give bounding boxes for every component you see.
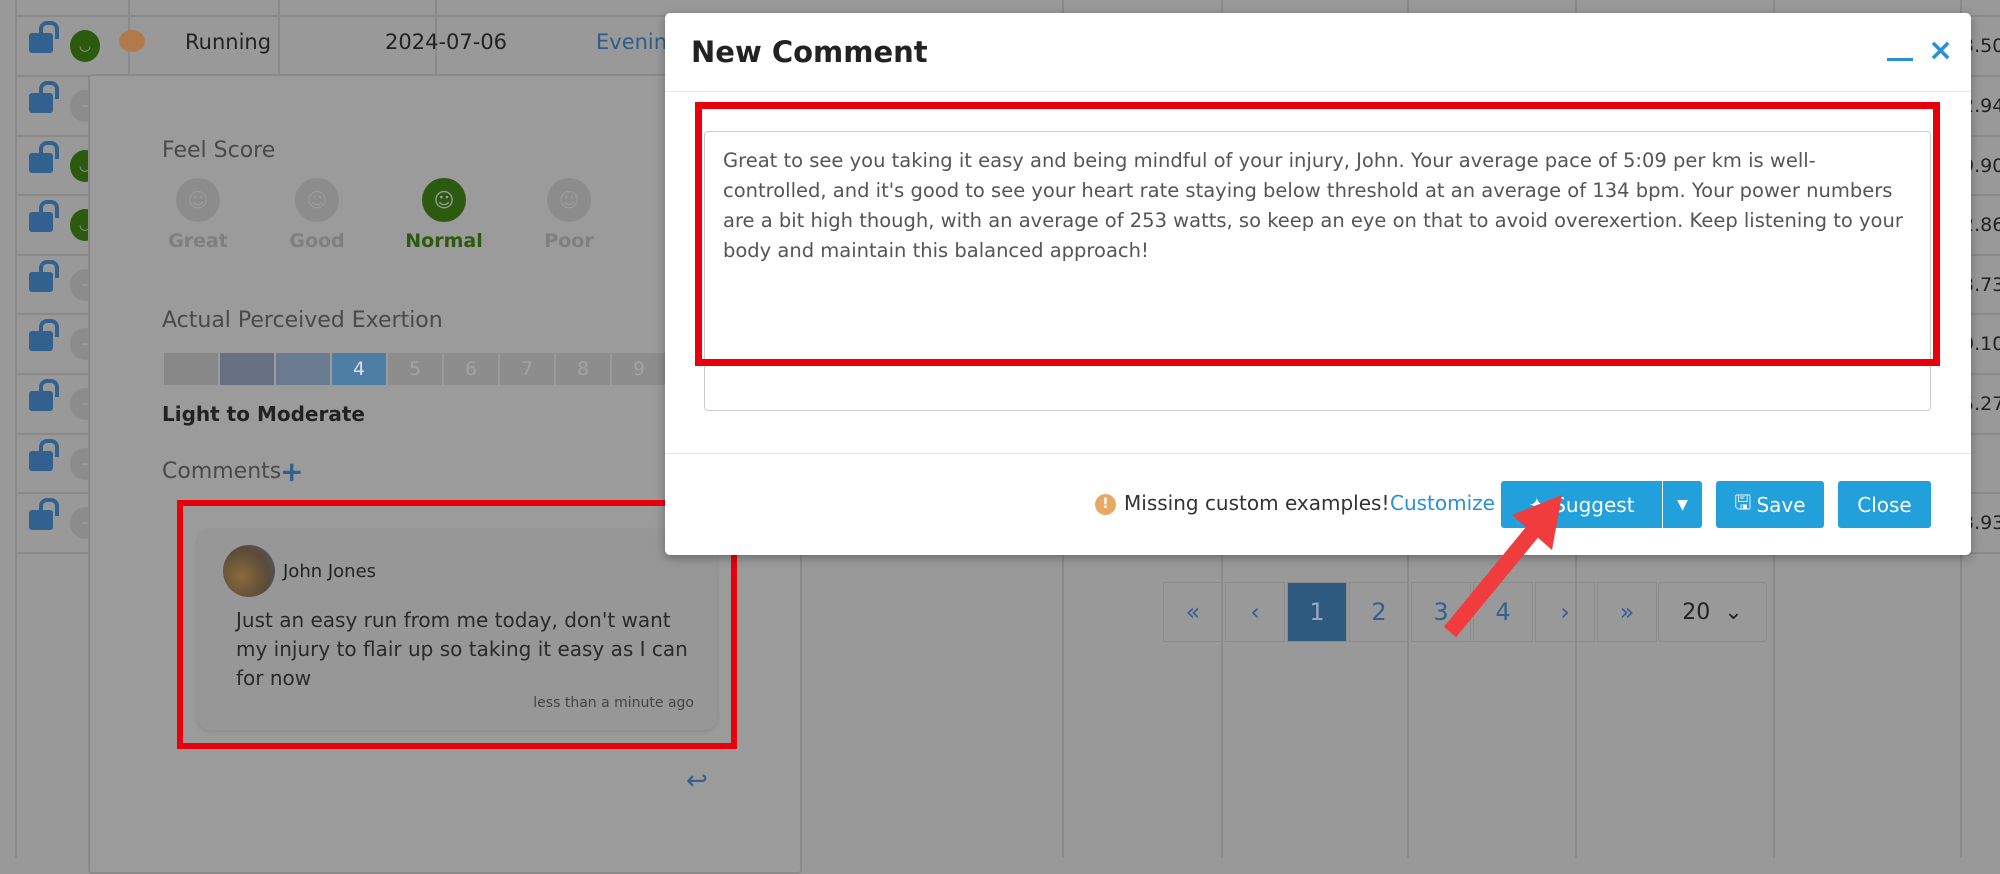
feel-option-label[interactable]: Good — [267, 230, 367, 252]
close-icon[interactable]: × — [1928, 33, 1953, 68]
unlock-icon[interactable] — [29, 200, 59, 232]
warning-icon: ! — [1095, 494, 1116, 515]
save-button[interactable]: 🖫 Save — [1716, 481, 1824, 528]
arrow-shaft — [1443, 519, 1545, 638]
ape-cell-7[interactable]: 7 — [500, 353, 554, 385]
ape-label: Actual Perceived Exertion — [162, 308, 443, 333]
activity-date: 2024-07-06 — [385, 30, 508, 54]
ape-cell-6[interactable]: 6 — [444, 353, 498, 385]
pagination-page-2[interactable]: 2 — [1349, 582, 1409, 642]
caret-down-icon: ▼ — [1677, 496, 1688, 513]
annotation-box-textarea — [695, 102, 1940, 366]
ape-cell-2[interactable] — [220, 353, 274, 385]
warning-text: Missing custom examples! — [1124, 491, 1390, 515]
pagination-first[interactable]: « — [1163, 582, 1223, 642]
ape-cell-9[interactable]: 9 — [612, 353, 666, 385]
feel-option-great-icon[interactable]: ☺ — [176, 178, 220, 222]
pagination-page-1[interactable]: 1 — [1287, 582, 1347, 642]
unlock-icon[interactable] — [29, 21, 59, 53]
close-button[interactable]: Close — [1838, 481, 1931, 528]
suggest-dropdown-toggle[interactable]: ▼ — [1663, 481, 1702, 528]
unlock-icon[interactable] — [29, 141, 59, 173]
unlock-icon[interactable] — [29, 260, 59, 292]
page-size-value: 20 — [1682, 599, 1711, 625]
feel-option-normal-icon[interactable]: ☺ — [422, 178, 466, 222]
modal-title: New Comment — [691, 35, 928, 69]
activity-type: Running — [185, 30, 272, 54]
comments-label: Comments — [162, 459, 282, 484]
unlock-icon[interactable] — [29, 379, 59, 411]
chevron-down-icon: ⌄ — [1724, 599, 1743, 625]
new-comment-modal: New Comment × Great to see you taking it… — [665, 13, 1971, 555]
floppy-disk-icon: 🖫 — [1734, 489, 1752, 514]
footer-divider — [665, 453, 1971, 454]
col-divider — [278, 0, 280, 75]
ape-cell-3[interactable] — [276, 353, 330, 385]
header-divider — [665, 91, 1971, 92]
feel-option-label[interactable]: Great — [148, 230, 248, 252]
add-comment-icon[interactable]: + — [280, 455, 303, 488]
reply-icon[interactable]: ↩ — [686, 766, 708, 796]
feel-score-label: Feel Score — [162, 138, 276, 163]
unlock-icon[interactable] — [29, 319, 59, 351]
feel-option-label[interactable]: Normal — [394, 230, 494, 252]
page-size-select[interactable]: 20 ⌄ — [1658, 582, 1767, 642]
unlock-icon[interactable] — [29, 81, 59, 113]
ape-cell-8[interactable]: 8 — [556, 353, 610, 385]
pagination-last[interactable]: » — [1597, 582, 1657, 642]
save-label: Save — [1756, 492, 1806, 517]
ape-cell-4[interactable]: 4 — [332, 353, 386, 385]
feel-option-poor-icon[interactable]: ☺ — [547, 178, 591, 222]
unlock-icon[interactable] — [29, 498, 59, 530]
ape-description: Light to Moderate — [162, 402, 365, 426]
annotation-box-comment — [177, 500, 737, 749]
ape-cell-1[interactable] — [164, 353, 218, 385]
feel-option-good-icon[interactable]: ☺ — [295, 178, 339, 222]
minimize-icon[interactable] — [1887, 58, 1913, 61]
annotation-arrow — [1443, 495, 1562, 638]
feel-face-icon: ◡ — [70, 30, 100, 62]
feel-option-label[interactable]: Poor — [519, 230, 619, 252]
pagination-prev[interactable]: ‹ — [1225, 582, 1285, 642]
table-row[interactable]: ◡ — [15, 15, 128, 75]
unlock-icon[interactable] — [29, 439, 59, 471]
ape-cell-5[interactable]: 5 — [388, 353, 442, 385]
